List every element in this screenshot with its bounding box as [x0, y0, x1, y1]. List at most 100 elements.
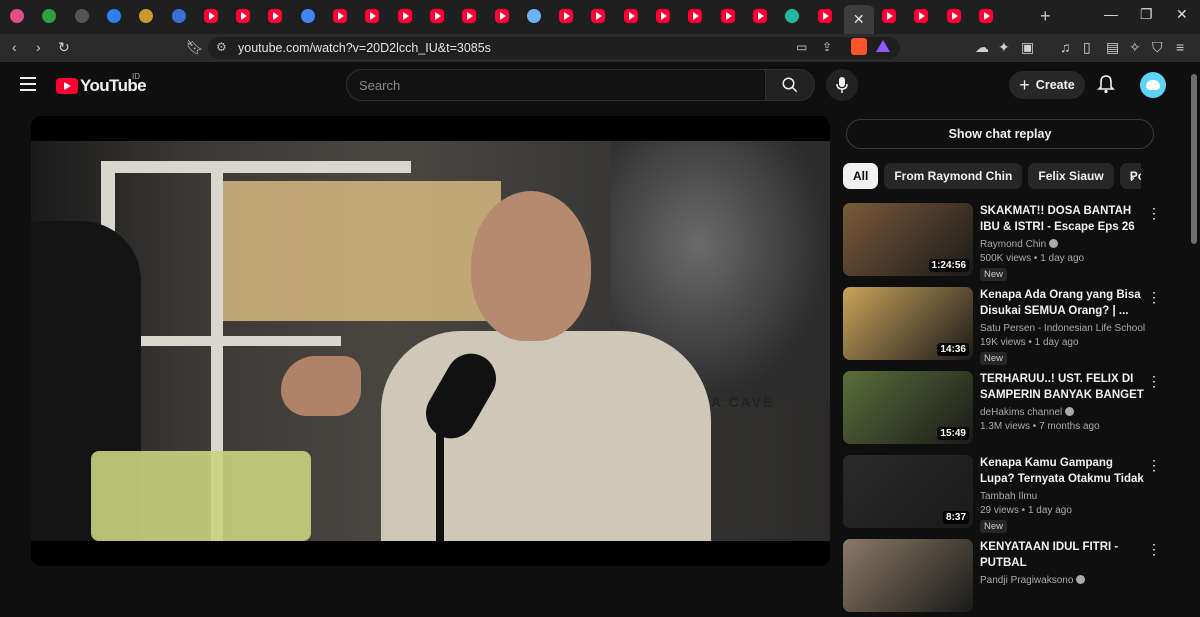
more-options-icon[interactable]: ⋮: [1147, 205, 1161, 222]
channel-name-text[interactable]: deHakims channel: [980, 407, 1062, 418]
video-title[interactable]: KENYATAAN IDUL FITRI - PUTBAL: [980, 539, 1146, 571]
browser-tab[interactable]: [489, 5, 515, 27]
voice-search-button[interactable]: [826, 69, 858, 101]
channel-name-text[interactable]: Raymond Chin: [980, 239, 1046, 250]
more-options-icon[interactable]: ⋮: [1147, 289, 1161, 306]
browser-tab[interactable]: [553, 5, 579, 27]
browser-tab[interactable]: [327, 5, 353, 27]
more-options-icon[interactable]: ⋮: [1147, 373, 1161, 390]
browser-tab[interactable]: [198, 5, 224, 27]
video-frame[interactable]: A CAVE RC: [31, 141, 830, 541]
recommendation-item[interactable]: 15:49 TERHARUU..! UST. FELIX DI SAMPERIN …: [843, 371, 1163, 449]
video-info[interactable]: Kenapa Kamu Gampang Lupa? Ternyata Otakm…: [980, 455, 1146, 534]
video-thumbnail[interactable]: [843, 539, 973, 612]
browser-tab[interactable]: [618, 5, 644, 27]
video-title[interactable]: Kenapa Ada Orang yang Bisa Disukai SEMUA…: [980, 287, 1146, 319]
browser-tab[interactable]: [941, 5, 967, 27]
minimize-button[interactable]: —: [1104, 6, 1118, 22]
browser-tab[interactable]: [521, 5, 547, 27]
browser-tab[interactable]: [359, 5, 385, 27]
channel-name[interactable]: Satu Persen - Indonesian Life School: [980, 323, 1146, 334]
video-title[interactable]: Kenapa Kamu Gampang Lupa? Ternyata Otakm…: [980, 455, 1146, 487]
browser-tab[interactable]: [4, 5, 30, 27]
cloud-icon[interactable]: ☁︎: [975, 39, 989, 56]
video-player[interactable]: A CAVE RC: [31, 116, 830, 566]
forward-icon[interactable]: ›: [36, 39, 41, 55]
channel-name[interactable]: deHakims channel: [980, 407, 1146, 418]
guide-menu-button[interactable]: [20, 77, 36, 91]
cast-icon[interactable]: ▭: [796, 40, 807, 54]
avatar[interactable]: [1140, 72, 1166, 98]
recommendation-item[interactable]: 8:37 Kenapa Kamu Gampang Lupa? Ternyata O…: [843, 455, 1163, 533]
chip-felix-siauw[interactable]: Felix Siauw: [1028, 163, 1114, 189]
window-close-button[interactable]: ✕: [1176, 6, 1188, 23]
leo-ai-icon[interactable]: ✧: [1129, 39, 1141, 56]
video-info[interactable]: TERHARUU..! UST. FELIX DI SAMPERIN BANYA…: [980, 371, 1146, 432]
address-bar[interactable]: ⚙︎ youtube.com/watch?v=20D2lcch_IU&t=308…: [208, 37, 900, 59]
vpn-shield-icon[interactable]: ⛉: [1152, 39, 1163, 56]
video-thumbnail[interactable]: 15:49: [843, 371, 973, 444]
browser-tab[interactable]: [812, 5, 838, 27]
browser-tab[interactable]: [973, 5, 999, 27]
scrollbar-thumb[interactable]: [1191, 74, 1197, 244]
browser-tab[interactable]: [585, 5, 611, 27]
search-button[interactable]: [765, 69, 815, 101]
browser-menu-icon[interactable]: ≡: [1176, 39, 1184, 55]
channel-name[interactable]: Tambah Ilmu: [980, 491, 1146, 502]
video-thumbnail[interactable]: 1:24:56: [843, 203, 973, 276]
chip-all[interactable]: All: [843, 163, 879, 189]
video-title[interactable]: SKAKMAT!! DOSA BANTAH IBU & ISTRI - Esca…: [980, 203, 1146, 235]
channel-name-text[interactable]: Pandji Pragiwaksono: [980, 575, 1073, 586]
browser-tab[interactable]: [876, 5, 902, 27]
screenshot-icon[interactable]: ▣: [1021, 39, 1034, 56]
browser-tab[interactable]: [166, 5, 192, 27]
browser-tab[interactable]: [295, 5, 321, 27]
new-tab-button[interactable]: +: [1040, 6, 1051, 27]
browser-tab[interactable]: [747, 5, 773, 27]
browser-tab[interactable]: [424, 5, 450, 27]
search-input[interactable]: [347, 70, 765, 100]
chip-from-raymond-chin[interactable]: From Raymond Chin: [884, 163, 1023, 189]
browser-tab[interactable]: [908, 5, 934, 27]
back-icon[interactable]: ‹: [12, 39, 17, 55]
browser-tab[interactable]: [262, 5, 288, 27]
recommendation-item[interactable]: 14:36 Kenapa Ada Orang yang Bisa Disukai …: [843, 287, 1163, 365]
create-button[interactable]: + Create: [1009, 71, 1085, 99]
show-chat-replay-button[interactable]: Show chat replay: [846, 119, 1154, 149]
channel-name[interactable]: Raymond Chin: [980, 239, 1146, 250]
share-icon[interactable]: ⇪: [822, 40, 832, 54]
extensions-icon[interactable]: ✦: [998, 39, 1010, 56]
browser-tab[interactable]: [133, 5, 159, 27]
brave-rewards-icon[interactable]: [876, 40, 890, 52]
more-options-icon[interactable]: ⋮: [1147, 541, 1161, 558]
channel-name-text[interactable]: Tambah Ilmu: [980, 491, 1037, 502]
url-text[interactable]: youtube.com/watch?v=20D2lcch_IU&t=3085s: [238, 41, 491, 55]
music-icon[interactable]: ♫: [1060, 39, 1071, 55]
browser-tab[interactable]: [69, 5, 95, 27]
search-box[interactable]: [346, 69, 766, 101]
close-icon[interactable]: ✕: [853, 11, 865, 28]
video-thumbnail[interactable]: 14:36: [843, 287, 973, 360]
video-info[interactable]: KENYATAAN IDUL FITRI - PUTBAL Pandji Prag…: [980, 539, 1146, 586]
browser-tab[interactable]: [779, 5, 805, 27]
channel-name-text[interactable]: Satu Persen - Indonesian Life School: [980, 323, 1145, 334]
scrollbar[interactable]: [1190, 64, 1198, 578]
wallet-icon[interactable]: ▤: [1106, 39, 1119, 56]
video-info[interactable]: Kenapa Ada Orang yang Bisa Disukai SEMUA…: [980, 287, 1146, 366]
brave-shields-icon[interactable]: [851, 38, 867, 55]
restore-button[interactable]: ❐: [1140, 6, 1153, 23]
browser-tab[interactable]: [36, 5, 62, 27]
reload-icon[interactable]: ↻: [58, 39, 70, 56]
more-options-icon[interactable]: ⋮: [1147, 457, 1161, 474]
video-title[interactable]: TERHARUU..! UST. FELIX DI SAMPERIN BANYA…: [980, 371, 1146, 403]
browser-tab[interactable]: ✕: [843, 5, 874, 34]
bookmark-icon[interactable]: 🔖︎: [186, 39, 204, 56]
browser-tab[interactable]: [230, 5, 256, 27]
chevron-right-icon[interactable]: ›: [1130, 169, 1135, 185]
browser-tab[interactable]: [682, 5, 708, 27]
recommendation-item[interactable]: KENYATAAN IDUL FITRI - PUTBAL Pandji Prag…: [843, 539, 1163, 617]
channel-name[interactable]: Pandji Pragiwaksono: [980, 575, 1146, 586]
video-info[interactable]: SKAKMAT!! DOSA BANTAH IBU & ISTRI - Esca…: [980, 203, 1146, 282]
browser-tab[interactable]: [650, 5, 676, 27]
browser-tab[interactable]: [392, 5, 418, 27]
